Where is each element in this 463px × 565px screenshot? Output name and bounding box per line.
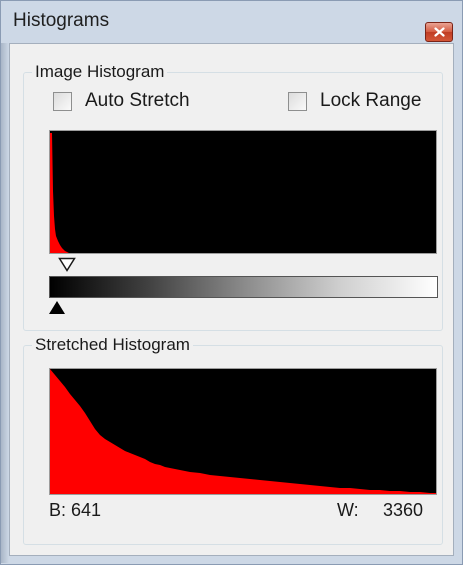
auto-stretch-checkbox-row[interactable]: Auto Stretch — [53, 89, 190, 113]
triangle-up-filled-icon — [49, 301, 65, 314]
image-histogram-plot — [49, 130, 437, 254]
stretched-histogram-bars — [50, 369, 436, 494]
image-histogram-bars — [50, 133, 69, 253]
white-point-label: W: — [337, 500, 359, 520]
lock-range-checkbox-row[interactable]: Lock Range — [288, 89, 421, 113]
auto-stretch-label: Auto Stretch — [85, 90, 190, 111]
white-point-value: 3360 — [383, 500, 424, 520]
black-point-value: B: 641 — [49, 500, 102, 520]
grayscale-gradient-bar[interactable] — [49, 276, 438, 298]
triangle-down-outline-icon — [58, 257, 76, 272]
image-histogram-graph — [50, 133, 69, 253]
stretched-histogram-graph — [50, 369, 436, 494]
lock-range-checkbox[interactable] — [288, 91, 307, 111]
title-bar[interactable]: Histograms — [1, 1, 462, 43]
white-point-marker[interactable] — [58, 257, 76, 277]
histogram-panel: Image Histogram Auto Stretch Lock Range — [9, 43, 454, 556]
window-frame-edge — [1, 43, 9, 563]
lock-range-label: Lock Range — [320, 90, 422, 111]
histograms-window: Histograms Image Histogram Auto Stretch … — [0, 0, 463, 565]
image-histogram-group: Image Histogram Auto Stretch Lock Range — [23, 61, 443, 331]
window-title: Histograms — [13, 10, 110, 31]
black-point-marker[interactable] — [48, 300, 66, 320]
stretched-histogram-plot — [49, 368, 437, 495]
stretched-histogram-group: Stretched Histogram B: 641 W: 3360 — [23, 334, 443, 545]
image-histogram-group-label: Image Histogram — [32, 61, 168, 83]
auto-stretch-checkbox[interactable] — [53, 91, 72, 111]
stretched-histogram-group-label: Stretched Histogram — [32, 334, 193, 356]
close-icon — [434, 27, 445, 37]
close-button[interactable] — [425, 22, 453, 42]
